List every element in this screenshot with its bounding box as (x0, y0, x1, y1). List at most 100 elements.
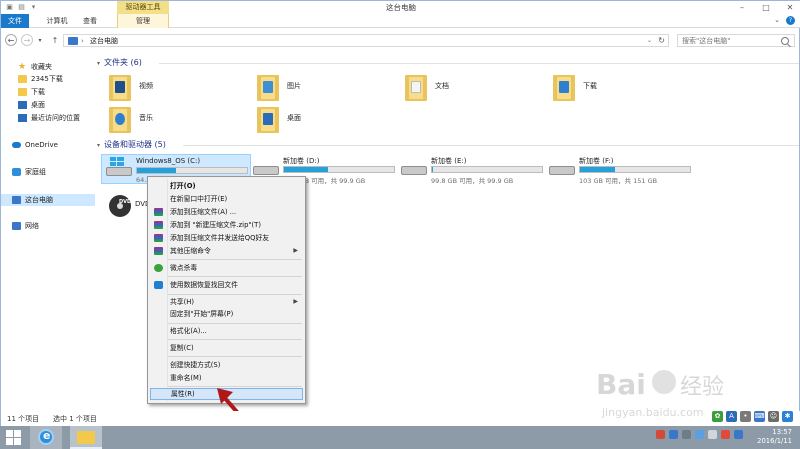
tray-app-icon[interactable] (682, 430, 691, 439)
tray-volume-icon[interactable] (708, 430, 717, 439)
new-folder-quick-icon[interactable]: ▤ (17, 3, 26, 11)
ime-toolbar: ✿ A • ⌨ ☺ ✱ (712, 409, 798, 424)
tab-computer[interactable]: 计算机 (37, 14, 77, 28)
nav-item-network[interactable]: 网络 (1, 220, 95, 232)
drive-free-space: 99.8 GB 可用，共 99.9 GB (431, 177, 514, 185)
menu-item-compress-send-qq[interactable]: 添加到压缩文件并发送给QQ好友 (150, 232, 303, 244)
ime-settings-icon[interactable]: ✱ (782, 411, 793, 422)
ime-skin-icon[interactable]: ☺ (768, 411, 779, 422)
expand-ribbon-icon[interactable]: ⌄ (774, 16, 780, 25)
folder-label: 文档 (435, 82, 449, 90)
tab-manage[interactable]: 管理 (117, 14, 169, 28)
address-history-chevron-icon[interactable]: ⌄ (647, 35, 652, 47)
menu-item-other-compress[interactable]: 其他压缩命令 ▶ (150, 245, 303, 257)
nav-item-onedrive[interactable]: OneDrive (1, 139, 95, 151)
taskbar-file-explorer[interactable] (70, 426, 102, 449)
collapse-chevron-icon[interactable]: ▾ (97, 140, 100, 152)
windows-logo-icon (110, 157, 124, 166)
tray-network-icon[interactable] (695, 430, 704, 439)
menu-item-open-new-window[interactable]: 在新窗口中打开(E) (150, 193, 303, 205)
hard-drive-icon (549, 162, 575, 176)
menu-item-label: 其他压缩命令 (170, 247, 211, 255)
window-controls: – □ ✕ (735, 1, 797, 13)
recent-locations-chevron-icon[interactable]: ▾ (36, 34, 44, 46)
nav-item-2345-downloads[interactable]: 2345下载 (1, 73, 95, 85)
svg-text:经验: 经验 (680, 375, 724, 400)
tab-file[interactable]: 文件 (1, 14, 29, 28)
folder-desktop[interactable]: 桌面 (249, 105, 389, 135)
folder-pictures[interactable]: 图片 (249, 73, 389, 103)
menu-item-share[interactable]: 共享(H) ▶ (150, 296, 303, 308)
menu-item-format[interactable]: 格式化(A)... (150, 325, 303, 337)
close-icon[interactable]: ✕ (783, 1, 797, 13)
tab-view[interactable]: 查看 (79, 14, 101, 28)
breadcrumb-this-pc[interactable]: 这台电脑 (90, 35, 118, 47)
folder-documents[interactable]: 文档 (397, 73, 537, 103)
hard-drive-icon (401, 162, 427, 176)
search-input[interactable] (677, 34, 795, 47)
nav-item-this-pc[interactable]: 这台电脑 (1, 194, 95, 206)
item-count: 11 个项目 (7, 415, 40, 423)
nav-item-desktop[interactable]: 桌面 (1, 99, 95, 111)
this-pc-icon (12, 196, 21, 204)
menu-item-antivirus[interactable]: 微点杀毒 (150, 262, 303, 274)
menu-item-rename[interactable]: 重命名(M) (150, 372, 303, 384)
tray-ime-icon[interactable] (734, 430, 743, 439)
menu-separator (168, 259, 302, 260)
forward-arrow-icon[interactable]: → (21, 34, 33, 46)
drive-f[interactable]: 新加卷 (F:) 103 GB 可用，共 151 GB (545, 154, 695, 185)
properties-quick-icon[interactable]: ▣ (5, 3, 14, 11)
tray-app-icon[interactable] (721, 430, 730, 439)
breadcrumb-separator-icon[interactable]: › (81, 35, 84, 47)
drive-e[interactable]: 新加卷 (E:) 99.8 GB 可用，共 99.9 GB (397, 154, 547, 185)
back-arrow-icon[interactable]: ← (5, 34, 17, 46)
customize-toolbar-icon[interactable]: ▾ (29, 3, 38, 11)
address-bar[interactable]: › 这台电脑 ⌄ ↻ (63, 34, 669, 47)
folder-music[interactable]: 音乐 (101, 105, 241, 135)
nav-item-downloads[interactable]: 下载 (1, 86, 95, 98)
start-button-windows-icon[interactable] (6, 430, 21, 445)
desktop-folder-icon (257, 107, 279, 133)
nav-item-favorites[interactable]: ★ 收藏夹 (1, 61, 95, 73)
refresh-icon[interactable]: ↻ (658, 35, 665, 47)
folder-downloads[interactable]: 下载 (545, 73, 685, 103)
homegroup-icon (12, 168, 21, 176)
drives-group-header[interactable]: ▾ 设备和驱动器 (5) (97, 139, 166, 151)
menu-item-label: 创建快捷方式(S) (170, 361, 221, 369)
up-arrow-icon[interactable]: ↑ (49, 34, 61, 46)
menu-item-pin-start[interactable]: 固定到"开始"屏幕(P) (150, 308, 303, 320)
search-icon[interactable] (781, 37, 789, 45)
star-icon: ★ (18, 62, 27, 72)
svg-text:jingyan.baidu.com: jingyan.baidu.com (601, 406, 704, 419)
nav-item-homegroup[interactable]: 家庭组 (1, 166, 95, 178)
tray-app-icon[interactable] (656, 430, 665, 439)
tray-app-icon[interactable] (669, 430, 678, 439)
drive-label: 新加卷 (D:) (283, 157, 320, 165)
menu-item-label: 添加到压缩文件(A) ... (170, 208, 237, 216)
ime-punct-icon[interactable]: • (740, 411, 751, 422)
menu-item-data-recovery[interactable]: 使用数据恢复找回文件 (150, 279, 303, 291)
quick-access-toolbar: ▣ ▤ ▾ (5, 3, 38, 11)
ime-mode-icon[interactable]: A (726, 411, 737, 422)
nav-item-label: 下载 (31, 88, 45, 96)
help-icon[interactable]: ? (786, 16, 795, 25)
maximize-icon[interactable]: □ (759, 1, 773, 13)
menu-item-open[interactable]: 打开(O) (150, 180, 303, 192)
taskbar-clock[interactable]: 13:57 2016/1/11 (757, 428, 792, 446)
drive-label: 新加卷 (E:) (431, 157, 467, 165)
nav-item-recent-places[interactable]: 最近访问的位置 (1, 112, 95, 124)
menu-item-add-to-archive[interactable]: 添加到压缩文件(A) ... (150, 206, 303, 218)
menu-item-copy[interactable]: 复制(C) (150, 342, 303, 354)
ime-keyboard-icon[interactable]: ⌨ (754, 411, 765, 422)
folders-group-header[interactable]: ▾ 文件夹 (6) (97, 57, 142, 69)
minimize-icon[interactable]: – (735, 1, 749, 13)
collapse-chevron-icon[interactable]: ▾ (97, 58, 100, 70)
network-icon (12, 222, 21, 230)
menu-item-create-shortcut[interactable]: 创建快捷方式(S) (150, 359, 303, 371)
group-divider (159, 63, 799, 64)
folder-videos[interactable]: 视频 (101, 73, 241, 103)
ime-logo-icon[interactable]: ✿ (712, 411, 723, 422)
windows-drive-icon (106, 157, 132, 177)
taskbar-internet-explorer[interactable] (30, 426, 62, 449)
menu-item-add-to-zip[interactable]: 添加到 "新建压缩文件.zip"(T) (150, 219, 303, 231)
